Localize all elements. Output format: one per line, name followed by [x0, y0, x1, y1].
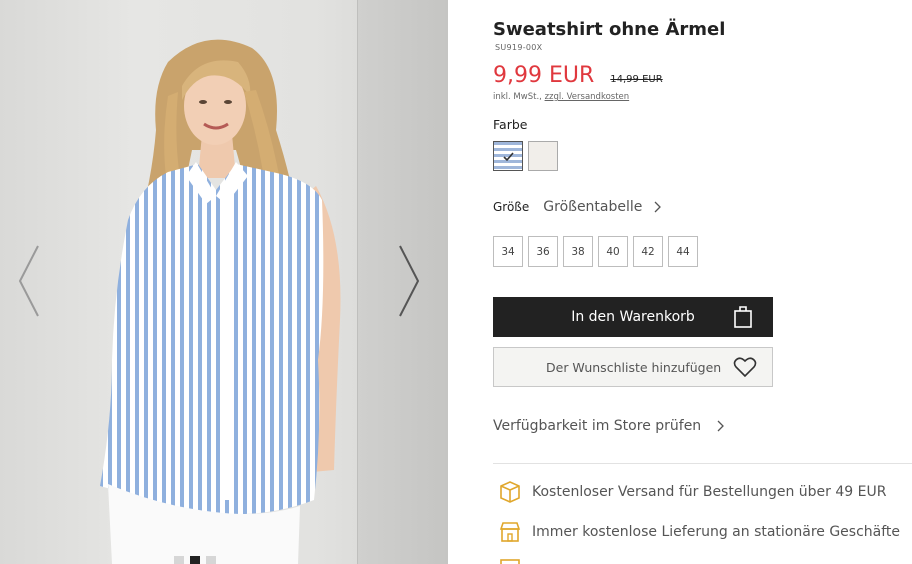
chevron-right-icon[interactable] [654, 201, 662, 213]
next-image-arrow-icon[interactable] [394, 244, 424, 318]
store-icon [499, 522, 521, 542]
size-chart-link[interactable]: Größentabelle [543, 199, 642, 215]
size-option-38[interactable]: 38 [563, 236, 593, 267]
add-to-wishlist-button[interactable]: Der Wunschliste hinzufügen [493, 347, 773, 387]
product-sku: SU919-00X [495, 43, 543, 52]
price-row: 9,99 EUR 14,99 EUR [493, 63, 663, 88]
benefit-text: Immer kostenlose Lieferung an stationäre… [532, 524, 901, 540]
add-to-wishlist-label: Der Wunschliste hinzufügen [546, 359, 722, 375]
size-header: Größe Größentabelle [493, 199, 662, 215]
size-option-40[interactable]: 40 [598, 236, 628, 267]
calendar-icon [500, 559, 520, 564]
shopping-bag-icon [734, 306, 752, 328]
color-swatches [493, 141, 558, 171]
product-image-gallery [0, 0, 448, 564]
product-info-panel: Sweatshirt ohne Ärmel SU919-00X 9,99 EUR… [493, 0, 912, 564]
shipping-costs-link[interactable]: zzgl. Versandkosten [545, 92, 630, 102]
benefit-text: Kostenloser Versand für Bestellungen übe… [532, 484, 887, 500]
current-price: 9,99 EUR [493, 63, 595, 88]
size-option-36[interactable]: 36 [528, 236, 558, 267]
tax-prefix: inkl. MwSt., [493, 92, 542, 102]
previous-image-arrow-icon[interactable] [14, 244, 44, 318]
color-swatch-cream[interactable] [528, 141, 558, 171]
chevron-right-icon [717, 420, 725, 432]
size-option-42[interactable]: 42 [633, 236, 663, 267]
gallery-dot[interactable] [174, 556, 184, 564]
check-icon [503, 152, 514, 162]
benefit-calendar [498, 556, 532, 564]
gallery-dot[interactable] [206, 556, 216, 564]
color-label: Farbe [493, 117, 528, 132]
store-availability-link[interactable]: Verfügbarkeit im Store prüfen [493, 418, 725, 434]
add-to-cart-label: In den Warenkorb [571, 309, 695, 325]
divider [493, 463, 912, 464]
old-price: 14,99 EUR [610, 74, 663, 85]
benefit-free-shipping: Kostenloser Versand für Bestellungen übe… [498, 480, 886, 504]
product-photo [100, 39, 341, 564]
gallery-pagination [174, 556, 216, 564]
add-to-cart-button[interactable]: In den Warenkorb [493, 297, 773, 337]
gallery-dot-active[interactable] [190, 556, 200, 564]
parcel-icon [500, 481, 520, 503]
store-availability-label: Verfügbarkeit im Store prüfen [493, 418, 702, 434]
size-option-44[interactable]: 44 [668, 236, 698, 267]
benefit-store-delivery: Immer kostenlose Lieferung an stationäre… [498, 520, 900, 544]
heart-icon [733, 357, 757, 378]
size-option-34[interactable]: 34 [493, 236, 523, 267]
size-options: 34 36 38 40 42 44 [493, 236, 698, 267]
product-title: Sweatshirt ohne Ärmel [493, 19, 726, 40]
tax-note: inkl. MwSt., zzgl. Versandkosten [493, 92, 629, 102]
color-swatch-blue-stripes[interactable] [493, 141, 523, 171]
size-label: Größe [493, 200, 530, 214]
